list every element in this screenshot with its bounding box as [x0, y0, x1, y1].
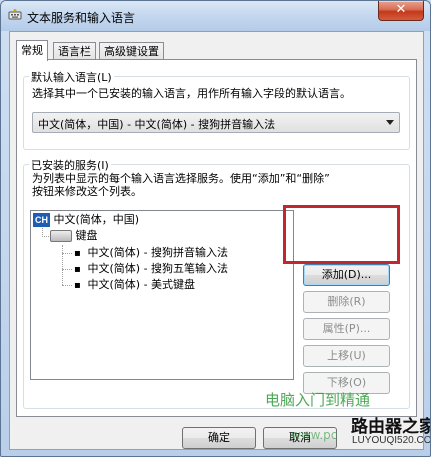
installed-services-legend: 已安装的服务(I): [29, 157, 111, 173]
keyboard-icon: [50, 230, 72, 242]
tree-node-keyboard[interactable]: 键盘: [50, 228, 98, 244]
ok-button[interactable]: 确定: [182, 427, 256, 449]
window-title: 文本服务和输入语言: [27, 11, 136, 25]
chevron-down-icon: [386, 120, 394, 125]
close-button[interactable]: ✕: [378, 1, 424, 21]
default-language-select[interactable]: 中文(简体，中国) - 中文(简体) - 搜狗拼音输入法: [32, 112, 400, 133]
highlight-annotation: [283, 205, 400, 264]
installed-services-description-line2: 按钮来修改这个列表。: [32, 185, 142, 198]
tree-keyboard-label: 键盘: [75, 229, 98, 242]
default-language-group: 默认输入语言(L) 选择其中一个已安装的输入语言，用作所有输入字段的默认语言。 …: [23, 69, 410, 150]
tree-item-sogou-pinyin[interactable]: ▪ 中文(简体) - 搜狗拼音输入法: [74, 245, 228, 261]
tree-item-label: 中文(简体) - 美式键盘: [87, 278, 196, 291]
close-icon: ✕: [395, 2, 407, 17]
watermark-url: www.pc: [291, 428, 338, 442]
dialog-window: 文本服务和输入语言 ✕ 常规 语言栏 高级键设置 默认输入语言(L) 选择其中一…: [0, 0, 431, 457]
title-bar[interactable]: 文本服务和输入语言 ✕: [1, 1, 430, 31]
bullet-icon: ▪: [74, 248, 81, 259]
tree-node-language[interactable]: CH 中文(简体，中国): [33, 212, 139, 228]
keyboard-icon: [8, 9, 22, 20]
remove-button[interactable]: 删除(R): [303, 291, 390, 313]
tree-item-us-keyboard[interactable]: ▪ 中文(简体) - 美式键盘: [74, 277, 195, 293]
bullet-icon: ▪: [74, 264, 81, 275]
tree-language-label: 中文(简体，中国): [53, 213, 140, 226]
add-button[interactable]: 添加(D)...: [303, 264, 390, 286]
tree-item-label: 中文(简体) - 搜狗五笔输入法: [87, 262, 229, 275]
watermark-brand: 路由器之家: [351, 417, 431, 437]
tree-item-sogou-wubi[interactable]: ▪ 中文(简体) - 搜狗五笔输入法: [74, 261, 228, 277]
move-up-button[interactable]: 上移(U): [303, 345, 390, 367]
installed-services-description-line1: 为列表中显示的每个输入语言选择服务。使用“添加”和“删除”: [32, 172, 330, 185]
bullet-icon: ▪: [74, 280, 81, 291]
watermark-text: 电脑入门到精通: [265, 391, 371, 409]
default-language-legend: 默认输入语言(L): [29, 69, 114, 85]
tab-general[interactable]: 常规: [16, 40, 48, 61]
watermark-site: LUYOUQI520.COM: [352, 435, 431, 446]
properties-button[interactable]: 属性(P)...: [303, 318, 390, 340]
tab-language-bar[interactable]: 语言栏: [53, 42, 96, 60]
default-language-value: 中文(简体，中国) - 中文(简体) - 搜狗拼音输入法: [38, 118, 276, 131]
tab-advanced-key-settings[interactable]: 高级键设置: [99, 42, 164, 60]
tree-item-label: 中文(简体) - 搜狗拼音输入法: [87, 246, 229, 259]
language-badge-icon: CH: [33, 213, 50, 227]
installed-services-tree[interactable]: CH 中文(简体，中国) 键盘 ▪ 中文(简体) - 搜狗拼音输入法 ▪ 中文(…: [30, 210, 294, 380]
default-language-description: 选择其中一个已安装的输入语言，用作所有输入字段的默认语言。: [32, 87, 351, 100]
